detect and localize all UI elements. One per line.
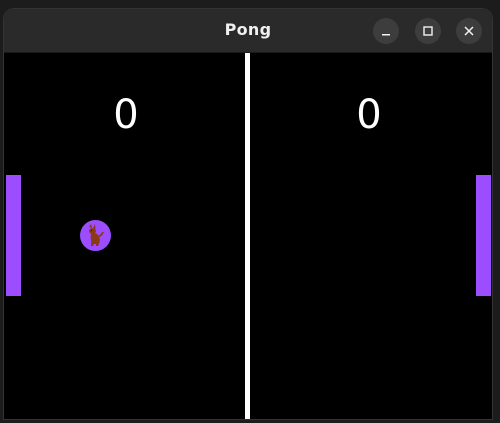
game-canvas[interactable]: 0 0 bbox=[4, 53, 492, 419]
left-paddle bbox=[6, 175, 21, 296]
ball bbox=[80, 220, 111, 251]
maximize-icon bbox=[422, 25, 434, 37]
close-button[interactable] bbox=[456, 18, 482, 44]
left-player-score: 0 bbox=[113, 92, 139, 138]
title-bar[interactable]: Pong bbox=[4, 9, 492, 53]
right-paddle bbox=[476, 175, 491, 296]
app-window: Pong 0 0 bbox=[4, 9, 492, 419]
maximize-button[interactable] bbox=[415, 18, 441, 44]
center-net bbox=[245, 53, 250, 419]
minimize-icon bbox=[380, 25, 392, 37]
close-icon bbox=[463, 25, 475, 37]
right-player-score: 0 bbox=[356, 92, 382, 138]
minimize-button[interactable] bbox=[373, 18, 399, 44]
dog-icon bbox=[80, 224, 111, 251]
